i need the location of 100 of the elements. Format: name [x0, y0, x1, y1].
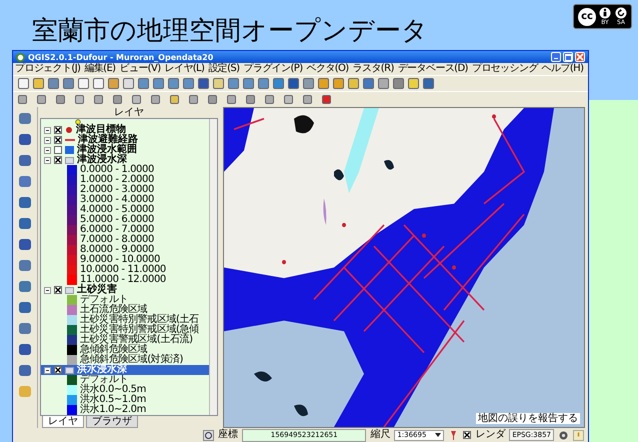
- layer-checkbox[interactable]: [54, 136, 62, 144]
- tool-icon[interactable]: [288, 78, 299, 89]
- tool-icon[interactable]: [19, 323, 31, 334]
- tool-icon[interactable]: [333, 78, 344, 89]
- tool-icon[interactable]: [123, 78, 134, 89]
- tool-icon[interactable]: [243, 78, 254, 89]
- layer-row[interactable]: 土砂災害: [41, 285, 209, 295]
- tool-icon[interactable]: [56, 95, 65, 104]
- tool-icon[interactable]: [183, 78, 194, 89]
- tool-icon[interactable]: [151, 95, 160, 104]
- tool-icon[interactable]: [423, 78, 434, 89]
- scroll-bar[interactable]: [209, 119, 217, 415]
- expand-toggle[interactable]: [44, 136, 51, 144]
- tool-icon[interactable]: [19, 239, 31, 250]
- tool-icon[interactable]: [303, 95, 312, 104]
- layer-checkbox[interactable]: [54, 126, 62, 134]
- tool-icon[interactable]: [48, 78, 59, 89]
- tool-icon[interactable]: [108, 78, 119, 89]
- legend-label: 7.0000 - 8.0000: [80, 235, 154, 245]
- legend-label: 10.0000 - 11.0000: [80, 265, 166, 275]
- menu-item[interactable]: ビュー(V): [119, 63, 161, 75]
- window-title: QGIS2.0.1-Dufour - Muroran_Opendata20: [28, 52, 214, 62]
- tool-icon[interactable]: [227, 95, 236, 104]
- tool-icon[interactable]: [153, 78, 164, 89]
- panel-tab[interactable]: レイヤ: [42, 416, 84, 428]
- minimize-button[interactable]: [551, 52, 561, 62]
- message-icon[interactable]: [573, 430, 584, 440]
- tool-icon[interactable]: [408, 78, 419, 89]
- menu-item[interactable]: ラスタ(R): [352, 63, 394, 75]
- menu-item[interactable]: データベース(D): [398, 63, 468, 75]
- tool-icon[interactable]: [113, 95, 122, 104]
- tool-icon[interactable]: [393, 78, 404, 89]
- tool-icon[interactable]: [318, 78, 329, 89]
- tool-icon[interactable]: [19, 197, 31, 208]
- layer-row[interactable]: 津波浸水範囲: [41, 145, 209, 155]
- legend-label: 2.0000 - 3.0000: [80, 185, 154, 195]
- tool-icon[interactable]: [363, 78, 374, 89]
- tool-icon[interactable]: [18, 78, 29, 89]
- close-button[interactable]: [575, 52, 585, 62]
- maximize-button[interactable]: [563, 52, 573, 62]
- report-map-error-link[interactable]: 地図の誤りを報告する: [476, 413, 580, 424]
- tool-icon[interactable]: [246, 95, 255, 104]
- tool-icon[interactable]: [19, 218, 31, 229]
- tool-icon[interactable]: [78, 78, 89, 89]
- layer-row[interactable]: 津波目標物: [41, 125, 209, 135]
- tool-icon[interactable]: [93, 78, 104, 89]
- tool-icon[interactable]: [258, 78, 269, 89]
- tool-icon[interactable]: [33, 78, 44, 89]
- tool-icon[interactable]: [273, 78, 284, 89]
- tool-icon[interactable]: [37, 95, 46, 104]
- menu-item[interactable]: ベクタ(O): [306, 63, 349, 75]
- tool-icon[interactable]: [19, 302, 31, 313]
- tool-icon[interactable]: [265, 95, 274, 104]
- tool-icon[interactable]: [19, 344, 31, 355]
- expand-toggle[interactable]: [44, 126, 51, 134]
- layer-checkbox[interactable]: [54, 366, 62, 374]
- layer-checkbox[interactable]: [54, 146, 62, 154]
- menu-item[interactable]: レイヤ(L): [164, 63, 204, 75]
- coordinate-label: 座標: [218, 429, 238, 441]
- tool-icon[interactable]: [19, 281, 31, 292]
- tool-icon[interactable]: [75, 95, 84, 104]
- tool-icon[interactable]: [19, 134, 31, 145]
- tool-icon[interactable]: [19, 113, 31, 124]
- tool-icon[interactable]: [168, 78, 179, 89]
- tool-icon[interactable]: [284, 95, 293, 104]
- tool-icon[interactable]: [303, 78, 314, 89]
- tool-icon[interactable]: [132, 95, 141, 104]
- expand-toggle[interactable]: [44, 146, 51, 154]
- layer-row[interactable]: 津波避難経路: [41, 135, 209, 145]
- tool-icon[interactable]: [19, 365, 31, 376]
- expand-toggle[interactable]: [44, 286, 51, 294]
- coordinate-toggle-icon[interactable]: [203, 430, 214, 440]
- expand-toggle[interactable]: [44, 366, 51, 374]
- layer-row[interactable]: 津波浸水深: [41, 155, 209, 165]
- layer-checkbox[interactable]: [54, 156, 62, 164]
- panel-tab[interactable]: ブラウザ: [86, 416, 138, 428]
- close-icon: [576, 53, 584, 61]
- tool-icon[interactable]: [94, 95, 103, 104]
- tool-icon[interactable]: [228, 78, 239, 89]
- tool-icon[interactable]: [189, 95, 198, 104]
- tool-icon[interactable]: [208, 95, 217, 104]
- render-checkbox[interactable]: [463, 431, 472, 439]
- menu-item[interactable]: 編集(E): [84, 63, 116, 75]
- tool-icon[interactable]: [213, 78, 224, 89]
- expand-toggle[interactable]: [44, 156, 51, 164]
- tool-icon[interactable]: [63, 78, 74, 89]
- tool-icon[interactable]: [322, 95, 331, 104]
- tool-icon[interactable]: [19, 155, 31, 166]
- tool-icon[interactable]: [198, 78, 209, 89]
- tool-icon[interactable]: [19, 260, 31, 271]
- gear-icon[interactable]: [558, 430, 569, 440]
- tool-icon[interactable]: [19, 176, 31, 187]
- tool-icon[interactable]: [18, 95, 27, 104]
- layer-row[interactable]: 洪水浸水深: [41, 365, 209, 375]
- legend-label: 急傾斜危険区域: [80, 345, 148, 355]
- layer-checkbox[interactable]: [54, 286, 62, 294]
- tool-icon[interactable]: [138, 78, 149, 89]
- tool-icon[interactable]: [378, 78, 389, 89]
- tool-icon[interactable]: [170, 95, 179, 104]
- tool-icon[interactable]: [348, 78, 359, 89]
